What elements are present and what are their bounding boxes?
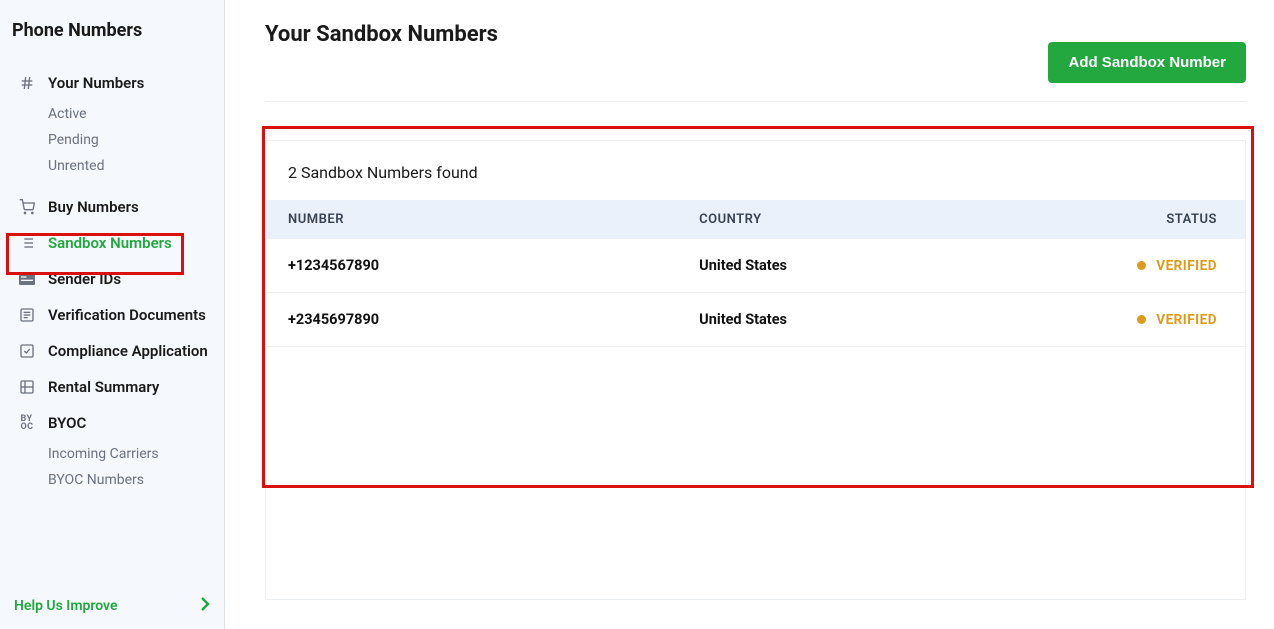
main-content: Your Sandbox Numbers Add Sandbox Number … <box>225 0 1274 629</box>
sidebar-sub-unrented[interactable]: Unrented <box>0 153 224 179</box>
hash-icon <box>18 75 36 91</box>
summary-icon <box>18 379 36 395</box>
sidebar-item-buy-numbers[interactable]: Buy Numbers <box>0 189 224 225</box>
page-title: Your Sandbox Numbers <box>265 18 498 47</box>
sidebar-item-sandbox-numbers[interactable]: Sandbox Numbers <box>0 225 224 261</box>
sidebar-item-sender-ids[interactable]: Sender IDs <box>0 261 224 297</box>
sidebar-sub-byoc-numbers[interactable]: BYOC Numbers <box>0 467 224 493</box>
sandbox-numbers-card: 2 Sandbox Numbers found NUMBER COUNTRY S… <box>265 140 1246 600</box>
compliance-icon <box>18 343 36 359</box>
sidebar-footer-label: Help Us Improve <box>14 598 118 614</box>
col-header-status: STATUS <box>1049 200 1245 239</box>
sidebar-title: Phone Numbers <box>0 0 224 65</box>
sidebar-item-verification-documents[interactable]: Verification Documents <box>0 297 224 333</box>
table-row[interactable]: +2345697890 United States VERIFIED <box>266 293 1245 347</box>
document-icon <box>18 307 36 323</box>
sidebar-item-label: Buy Numbers <box>48 198 139 216</box>
sidebar-sub-active[interactable]: Active <box>0 101 224 127</box>
col-header-country: COUNTRY <box>677 200 1049 239</box>
results-summary: 2 Sandbox Numbers found <box>266 141 1245 200</box>
sidebar-item-label: Sandbox Numbers <box>48 234 172 252</box>
chevron-right-icon <box>200 596 210 615</box>
sidebar-sub-pending[interactable]: Pending <box>0 127 224 153</box>
cell-country: United States <box>677 239 1049 293</box>
cell-number: +1234567890 <box>266 239 677 293</box>
status-text: VERIFIED <box>1156 258 1217 274</box>
cell-status: VERIFIED <box>1049 239 1245 293</box>
sidebar-nav: Your Numbers Active Pending Unrented Buy… <box>0 65 224 582</box>
table-header-row: NUMBER COUNTRY STATUS <box>266 200 1245 239</box>
cart-icon <box>18 199 36 215</box>
status-text: VERIFIED <box>1156 312 1217 328</box>
sidebar-item-rental-summary[interactable]: Rental Summary <box>0 369 224 405</box>
sidebar-item-your-numbers[interactable]: Your Numbers <box>0 65 224 101</box>
sidebar-item-label: Compliance Application <box>48 342 208 360</box>
cell-number: +2345697890 <box>266 293 677 347</box>
sidebar-item-byoc[interactable]: BYOC BYOC <box>0 405 224 441</box>
cell-country: United States <box>677 293 1049 347</box>
main-header: Your Sandbox Numbers Add Sandbox Number <box>265 18 1246 102</box>
sidebar-sub-incoming-carriers[interactable]: Incoming Carriers <box>0 441 224 467</box>
add-sandbox-number-button[interactable]: Add Sandbox Number <box>1048 42 1246 83</box>
sidebar: Phone Numbers Your Numbers Active Pendin… <box>0 0 225 629</box>
sandbox-numbers-table: NUMBER COUNTRY STATUS +1234567890 United… <box>266 200 1245 347</box>
sidebar-item-compliance-application[interactable]: Compliance Application <box>0 333 224 369</box>
table-row[interactable]: +1234567890 United States VERIFIED <box>266 239 1245 293</box>
status-dot-icon <box>1137 315 1146 324</box>
status-badge: VERIFIED <box>1137 258 1217 274</box>
sidebar-item-label: Sender IDs <box>48 270 121 288</box>
id-icon <box>18 272 36 286</box>
col-header-number: NUMBER <box>266 200 677 239</box>
sidebar-item-label: Rental Summary <box>48 378 159 396</box>
byoc-icon: BYOC <box>18 415 36 431</box>
sidebar-item-label: BYOC <box>48 414 86 432</box>
sidebar-item-label: Verification Documents <box>48 306 206 324</box>
sidebar-item-label: Your Numbers <box>48 74 144 92</box>
list-icon <box>18 235 36 251</box>
cell-status: VERIFIED <box>1049 293 1245 347</box>
sidebar-footer-help[interactable]: Help Us Improve <box>0 582 224 629</box>
status-badge: VERIFIED <box>1137 312 1217 328</box>
status-dot-icon <box>1137 261 1146 270</box>
